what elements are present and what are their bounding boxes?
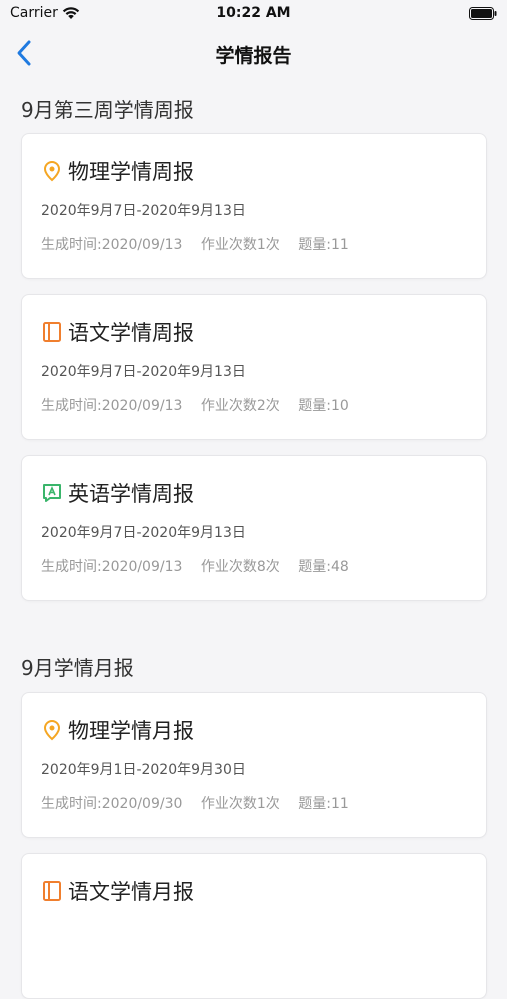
card-title: 语文学情周报 <box>68 321 194 345</box>
homework-count: 作业次数1次 <box>200 237 280 253</box>
english-icon <box>43 484 61 502</box>
card-meta: 生成时间:2020/09/13 作业次数2次 题量:10 <box>41 395 363 415</box>
card-meta: 生成时间:2020/09/13 作业次数1次 题量:11 <box>41 234 363 254</box>
homework-count: 作业次数1次 <box>200 796 280 812</box>
report-card-physics-weekly[interactable]: 物理学情周报 2020年9月7日-2020年9月13日 生成时间:2020/09… <box>21 133 487 279</box>
question-count: 题量:11 <box>298 237 349 253</box>
generated-time: 生成时间:2020/09/13 <box>41 559 183 575</box>
card-date-range: 2020年9月7日-2020年9月13日 <box>41 203 246 219</box>
navigation-bar: 学情报告 <box>0 28 507 78</box>
book-icon <box>43 322 61 342</box>
status-time: 10:22 AM <box>216 5 291 21</box>
generated-time: 生成时间:2020/09/13 <box>41 237 183 253</box>
page-title: 学情报告 <box>215 45 292 67</box>
status-bar: Carrier 10:22 AM <box>0 0 507 28</box>
card-title: 物理学情周报 <box>68 160 194 184</box>
section-title-monthly: 9月学情月报 <box>21 656 134 680</box>
section-title-weekly: 9月第三周学情周报 <box>21 98 194 122</box>
battery-icon <box>469 7 497 20</box>
card-title: 语文学情月报 <box>68 880 194 904</box>
card-meta: 生成时间:2020/09/30 作业次数1次 题量:11 <box>41 793 363 813</box>
question-count: 题量:10 <box>298 398 349 414</box>
card-date-range: 2020年9月7日-2020年9月13日 <box>41 364 246 380</box>
book-icon <box>43 881 61 901</box>
card-date-range: 2020年9月7日-2020年9月13日 <box>41 525 246 541</box>
question-count: 题量:48 <box>298 559 349 575</box>
report-card-english-weekly[interactable]: 英语学情周报 2020年9月7日-2020年9月13日 生成时间:2020/09… <box>21 455 487 601</box>
report-card-chinese-weekly[interactable]: 语文学情周报 2020年9月7日-2020年9月13日 生成时间:2020/09… <box>21 294 487 440</box>
pin-icon <box>43 160 61 182</box>
report-card-physics-monthly[interactable]: 物理学情月报 2020年9月1日-2020年9月30日 生成时间:2020/09… <box>21 692 487 838</box>
card-title: 物理学情月报 <box>68 719 194 743</box>
card-meta: 生成时间:2020/09/13 作业次数8次 题量:48 <box>41 556 363 576</box>
card-title: 英语学情周报 <box>68 482 194 506</box>
homework-count: 作业次数8次 <box>200 559 280 575</box>
generated-time: 生成时间:2020/09/30 <box>41 796 183 812</box>
pin-icon <box>43 719 61 741</box>
question-count: 题量:11 <box>298 796 349 812</box>
card-date-range: 2020年9月1日-2020年9月30日 <box>41 762 246 778</box>
report-card-chinese-monthly[interactable]: 语文学情月报 <box>21 853 487 999</box>
generated-time: 生成时间:2020/09/13 <box>41 398 183 414</box>
homework-count: 作业次数2次 <box>200 398 280 414</box>
